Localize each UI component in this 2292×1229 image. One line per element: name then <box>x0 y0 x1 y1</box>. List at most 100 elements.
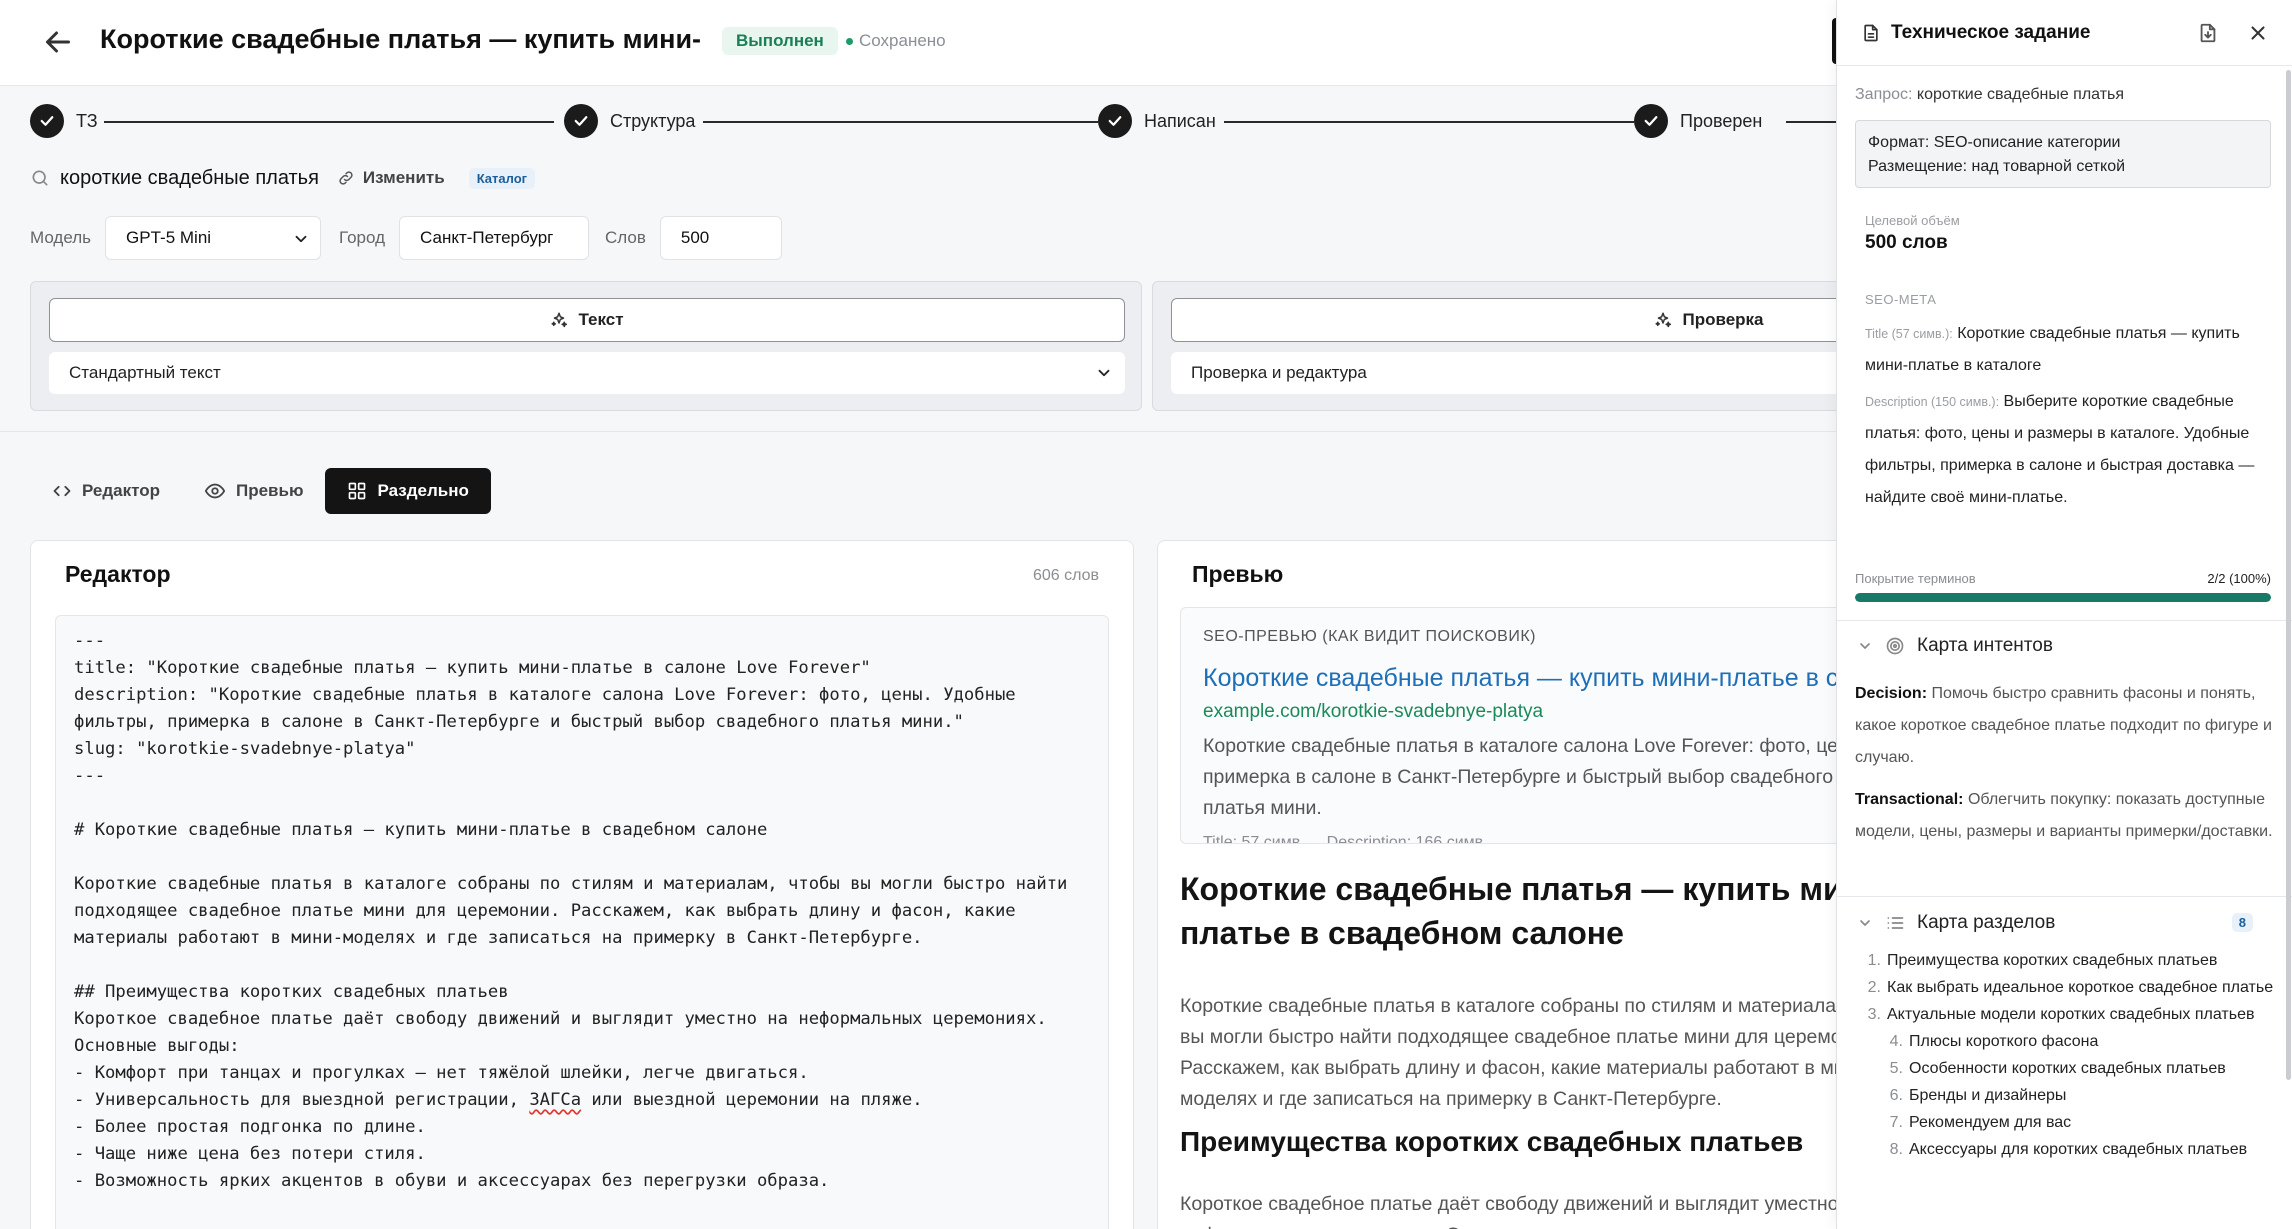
brief-query-value: короткие свадебные платья <box>1916 86 2125 103</box>
list-item[interactable]: 4. Плюсы короткого фасона <box>1855 1031 2275 1052</box>
section-label: Особенности коротких свадебных платьев <box>1909 1060 2226 1077</box>
editor-line: фильтры, примерка в салоне в Санкт-Петер… <box>74 712 964 732</box>
model-label: Модель <box>30 228 92 247</box>
change-query-label: Изменить <box>362 168 445 187</box>
editor-line: ## Преимущества коротких свадебных плать… <box>74 982 509 1002</box>
sparkles-icon <box>1655 312 1672 328</box>
list-icon <box>1887 917 1904 929</box>
city-field[interactable]: Санкт-Петербург <box>399 216 590 260</box>
format-line: Формат: SEO-описание категории <box>1868 134 2121 151</box>
editor-title: Редактор <box>65 561 171 587</box>
change-query-button[interactable]: Изменить <box>337 168 445 188</box>
step-label: Структура <box>610 110 696 131</box>
section-separator <box>1837 620 2292 621</box>
list-item[interactable]: 3. Актуальные модели коротких свадебных п… <box>1855 1004 2275 1025</box>
serp-preview: SEO-ПРЕВЬЮ (КАК ВИДИТ ПОИСКОВИК) Коротки… <box>1180 607 1856 844</box>
editor-line: подходящее свадебное платье мини для цер… <box>74 901 1016 921</box>
coverage-row: Покрытие терминов 2/2 (100%) <box>1855 571 2271 586</box>
model-select[interactable]: GPT-5 Mini <box>105 216 322 260</box>
step-structure[interactable]: Структура <box>564 104 704 138</box>
list-item[interactable]: 7. Рекомендуем для вас <box>1855 1112 2275 1133</box>
section-number: 1. <box>1867 952 1881 969</box>
list-item[interactable]: 1. Преимущества коротких свадебных платье… <box>1855 950 2275 971</box>
serp-title[interactable]: Короткие свадебные платья — купить мини-… <box>1203 664 1856 693</box>
step-checked[interactable]: Проверен <box>1634 104 1771 138</box>
document-icon <box>1864 24 1878 42</box>
volume-caption: Целевой объём <box>1865 213 1960 228</box>
coverage-value: 2/2 (100%) <box>2207 571 2271 586</box>
view-mode-tabs: Редактор Превью Раздельно <box>30 468 491 514</box>
coverage-label: Покрытие терминов <box>1855 571 1976 586</box>
editor-line: --- <box>74 766 106 786</box>
text-mode-value: Стандартный текст <box>69 363 221 382</box>
text-mode-select[interactable]: Стандартный текст <box>49 352 1125 394</box>
preview-h1: Короткие свадебные платья — купить мини-… <box>1180 871 1857 951</box>
step-done-marker <box>564 104 598 138</box>
meta-desc-value: Выберите короткие свадебные платья: фото… <box>1865 393 2255 506</box>
intents-accordion-header[interactable]: Карта интентов <box>1857 631 2053 661</box>
brief-scrollbar[interactable] <box>2286 70 2291 1080</box>
editor-line: --- <box>74 631 106 651</box>
words-label: Слов <box>605 228 646 247</box>
tab-editor-label: Редактор <box>82 481 160 500</box>
step-written[interactable]: Написан <box>1098 104 1224 138</box>
link-icon <box>339 171 353 185</box>
serp-desc-length: Description: 166 симв. <box>1326 834 1488 844</box>
page-type-badge: Каталог <box>468 167 536 189</box>
city-label: Город <box>339 228 386 247</box>
seo-meta-caption: SEO-МЕТА <box>1865 292 1937 307</box>
preview-h2: Преимущества коротких свадебных платьев <box>1180 1126 1804 1157</box>
brief-header: Техническое задание <box>1837 0 2292 66</box>
step-connector <box>104 121 554 123</box>
list-item[interactable]: 2. Как выбрать идеальное короткое свадебн… <box>1855 977 2275 998</box>
section-number: 2. <box>1867 979 1881 996</box>
sparkles-icon <box>551 312 568 328</box>
code-icon <box>53 485 71 497</box>
tab-editor[interactable]: Редактор <box>30 468 182 514</box>
check-icon <box>1108 116 1122 126</box>
editor-word-count: 606 слов <box>1032 567 1099 584</box>
list-item[interactable]: 5. Особенности коротких свадебных платьев <box>1855 1058 2275 1079</box>
words-field[interactable]: 500 <box>659 216 782 260</box>
tab-split[interactable]: Раздельно <box>325 468 491 514</box>
editor-line: Короткие свадебные платья в каталоге соб… <box>74 874 1068 894</box>
generate-text-button[interactable]: Текст <box>49 298 1125 342</box>
serp-lengths: Title: 57 симв. Description: 166 симв. <box>1203 834 1856 844</box>
query-text: короткие свадебные платья <box>60 166 319 189</box>
list-item[interactable]: 6. Бренды и дизайнеры <box>1855 1085 2275 1106</box>
section-label: Как выбрать идеальное короткое свадебное… <box>1887 979 2274 996</box>
meta-description: Description (150 симв.): Выберите коротк… <box>1865 386 2265 514</box>
save-status-label: Сохранено <box>859 31 946 50</box>
check-icon <box>40 116 54 126</box>
preview-card: Превью SEO-ПРЕВЬЮ (КАК ВИДИТ ПОИСКОВИК) … <box>1157 540 1857 1229</box>
editor-line: Основные выгоды: <box>74 1036 240 1056</box>
sections-accordion-header[interactable]: Карта разделов 8 <box>1857 908 2273 938</box>
meta-desc-key: Description (150 симв.): <box>1865 395 2000 409</box>
download-icon[interactable] <box>2197 22 2219 44</box>
volume-value: 500 слов <box>1865 232 1948 253</box>
section-divider <box>0 431 1840 432</box>
meta-title: Title (57 симв.): Короткие свадебные пла… <box>1865 318 2265 382</box>
section-separator <box>1837 896 2292 897</box>
tab-preview[interactable]: Превью <box>182 468 325 514</box>
step-done-marker <box>1098 104 1132 138</box>
section-label: Бренды и дизайнеры <box>1909 1087 2067 1104</box>
intent-transactional: Transactional: Облегчить покупку: показа… <box>1855 784 2275 848</box>
section-label: Рекомендуем для вас <box>1909 1114 2072 1131</box>
spelling-error[interactable]: ЗАГСа <box>529 1090 581 1110</box>
chevron-down-icon <box>1098 369 1110 377</box>
coverage-bar-fill <box>1855 593 2271 602</box>
step-tz[interactable]: ТЗ <box>30 104 98 138</box>
close-icon[interactable] <box>2247 22 2269 44</box>
section-number: 8. <box>1889 1141 1903 1158</box>
check-icon <box>1644 116 1658 126</box>
list-item[interactable]: 8. Аксессуары для коротких свадебных плат… <box>1855 1139 2275 1160</box>
eye-icon <box>204 483 226 499</box>
editor-line: - Возможность ярких акцентов в обуви и а… <box>74 1171 830 1191</box>
sections-list: 1. Преимущества коротких свадебных платье… <box>1855 950 2275 1166</box>
editor-line: # Короткие свадебные платья — купить мин… <box>74 820 768 840</box>
back-button[interactable] <box>40 24 76 60</box>
markdown-editor[interactable]: --- title: "Короткие свадебные платья — к… <box>55 615 1109 1229</box>
